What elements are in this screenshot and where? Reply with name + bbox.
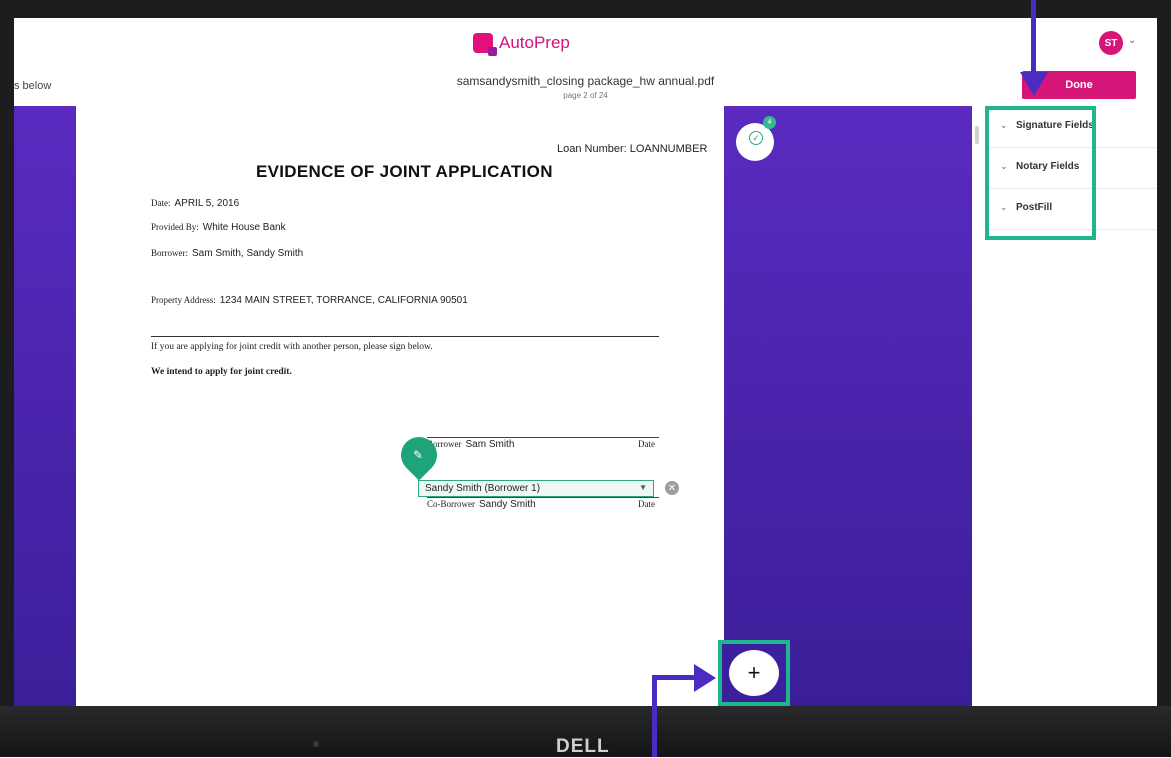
app-name: AutoPrep [499, 33, 570, 52]
remove-field-icon[interactable]: ✕ [665, 481, 679, 495]
document-title: EVIDENCE OF JOINT APPLICATION [256, 162, 553, 181]
dropdown-caret-icon: ▼ [639, 483, 647, 492]
app-logo[interactable]: AutoPrep [473, 33, 570, 56]
laptop-brand-logo: DELL [556, 736, 610, 757]
borrower-field: Borrower: Sam Smith, Sandy Smith [151, 248, 303, 259]
provided-by-field: Provided By: White House Bank [151, 222, 286, 233]
joint-credit-instruction: If you are applying for joint credit wit… [151, 342, 433, 352]
annotation-arrow-bottom-elbow [652, 675, 698, 680]
borrower-name: Sam Smith [465, 439, 515, 450]
side-panel-highlight [985, 106, 1096, 240]
document-filename: samsandysmith_closing package_hw annual.… [456, 74, 715, 88]
property-address-field: Property Address: 1234 MAIN STREET, TORRA… [151, 295, 468, 306]
right-page-gutter [724, 106, 972, 706]
borrower-signature-label: Borrower Sam Smith [427, 439, 514, 450]
annotation-arrow-top-head [1020, 72, 1048, 96]
pen-icon: ✎ [413, 448, 424, 462]
chevron-down-icon[interactable]: ⌄ [1128, 35, 1136, 46]
date-field: Date: APRIL 5, 2016 [151, 198, 239, 209]
left-page-gutter [14, 106, 76, 706]
annotation-arrow-bottom-head [694, 664, 716, 692]
joint-credit-statement: We intend to apply for joint credit. [151, 367, 292, 377]
webcam-dot [313, 741, 319, 747]
check-circle-icon: ✓ [749, 131, 763, 145]
co-borrower-signature-label: Co-Borrower Sandy Smith [427, 499, 536, 510]
co-borrower-date-label: Date [638, 499, 655, 509]
scrollbar[interactable] [975, 126, 979, 144]
co-borrower-name: Sandy Smith [479, 499, 536, 510]
page-indicator: page 2 of 24 [563, 91, 608, 100]
fields-count-badge: 4 [763, 116, 776, 129]
property-address-value: 1234 MAIN STREET, TORRANCE, CALIFORNIA 9… [219, 295, 468, 306]
loan-number: Loan Number: LOANNUMBER [557, 143, 708, 155]
laptop-bezel-top [0, 0, 1171, 18]
annotation-arrow-top-shaft [1031, 0, 1036, 80]
borrower-date-label: Date [638, 439, 655, 449]
top-bar: AutoPrep ST ⌄ [14, 18, 1157, 68]
co-borrower-signature-line [427, 497, 659, 498]
add-field-button[interactable]: + [729, 650, 779, 696]
borrower-value: Sam Smith, Sandy Smith [192, 248, 304, 259]
document-page: Loan Number: LOANNUMBER EVIDENCE OF JOIN… [76, 106, 724, 706]
date-label: Date: [151, 198, 171, 208]
laptop-bezel-right [1157, 0, 1171, 757]
provided-by-label: Provided By: [151, 222, 199, 232]
section-divider [151, 336, 659, 337]
provided-by-value: White House Bank [202, 222, 286, 233]
co-borrower-role: Co-Borrower [427, 499, 475, 509]
laptop-bezel-left [0, 0, 14, 757]
borrower-signature-line [427, 437, 659, 438]
signer-select[interactable]: Sandy Smith (Borrower 1) ▼ [418, 480, 654, 497]
document-toolbar: s below samsandysmith_closing package_hw… [14, 68, 1157, 107]
signer-select-value: Sandy Smith (Borrower 1) [425, 483, 541, 494]
date-value: APRIL 5, 2016 [174, 198, 240, 209]
autoprep-logo-icon [473, 33, 497, 56]
annotation-arrow-bottom-shaft [652, 675, 657, 757]
borrower-label: Borrower: [151, 248, 188, 258]
property-address-label: Property Address: [151, 295, 216, 305]
user-avatar[interactable]: ST [1099, 31, 1123, 55]
